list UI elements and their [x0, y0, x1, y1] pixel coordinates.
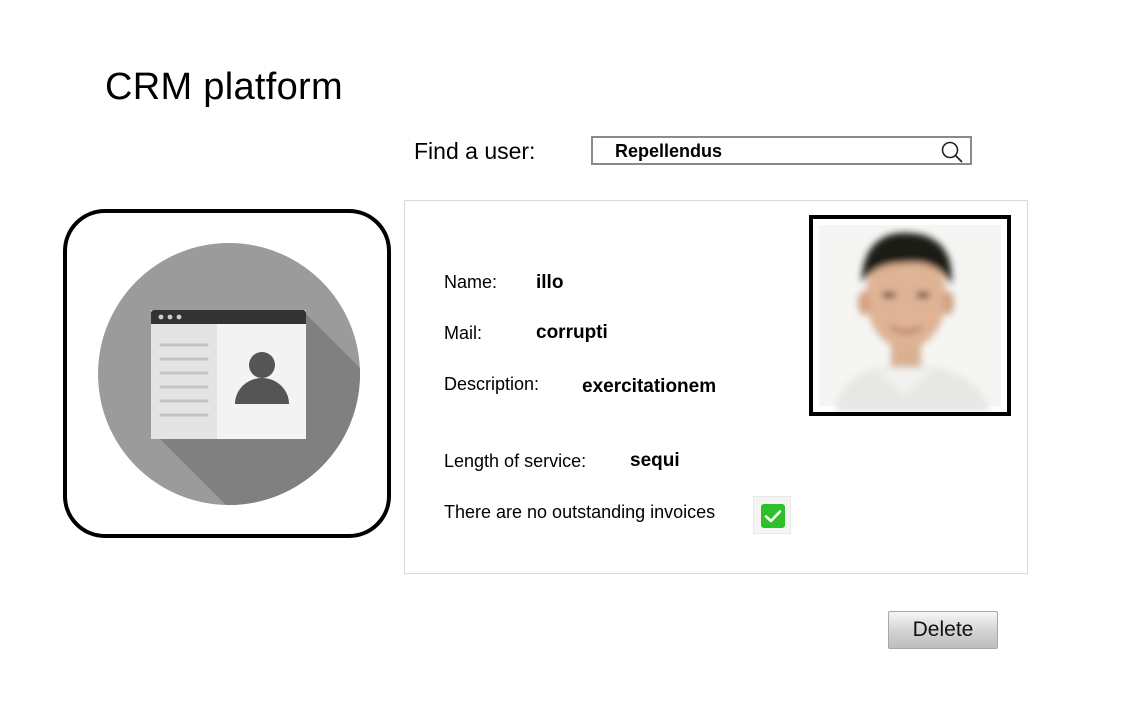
contact-card-icon: [98, 243, 360, 505]
invoices-checkbox[interactable]: [753, 496, 791, 534]
mail-label: Mail:: [444, 323, 483, 343]
mail-value: corrupti: [536, 322, 608, 343]
description-label: Description:: [444, 374, 540, 394]
profile-avatar-frame: [63, 209, 391, 538]
search-box: [591, 136, 972, 165]
service-label: Length of service:: [444, 451, 587, 471]
checkmark-icon: [764, 510, 782, 523]
search-input[interactable]: [615, 141, 935, 161]
delete-button[interactable]: Delete: [888, 611, 998, 649]
find-user-label: Find a user:: [414, 138, 536, 164]
invoices-label: There are no outstanding invoices: [444, 502, 716, 522]
app-title: CRM platform: [105, 66, 343, 108]
name-value: illo: [536, 272, 564, 293]
user-photo-image: [813, 219, 1007, 412]
user-photo: [809, 215, 1011, 416]
service-value: sequi: [630, 450, 680, 471]
user-details-card: Name: illo Mail: corrupti Description: e…: [404, 200, 1028, 574]
description-value: exercitationem: [582, 376, 717, 397]
checkbox-checked: [761, 504, 785, 528]
name-label: Name:: [444, 272, 498, 292]
search-icon[interactable]: [941, 141, 963, 163]
